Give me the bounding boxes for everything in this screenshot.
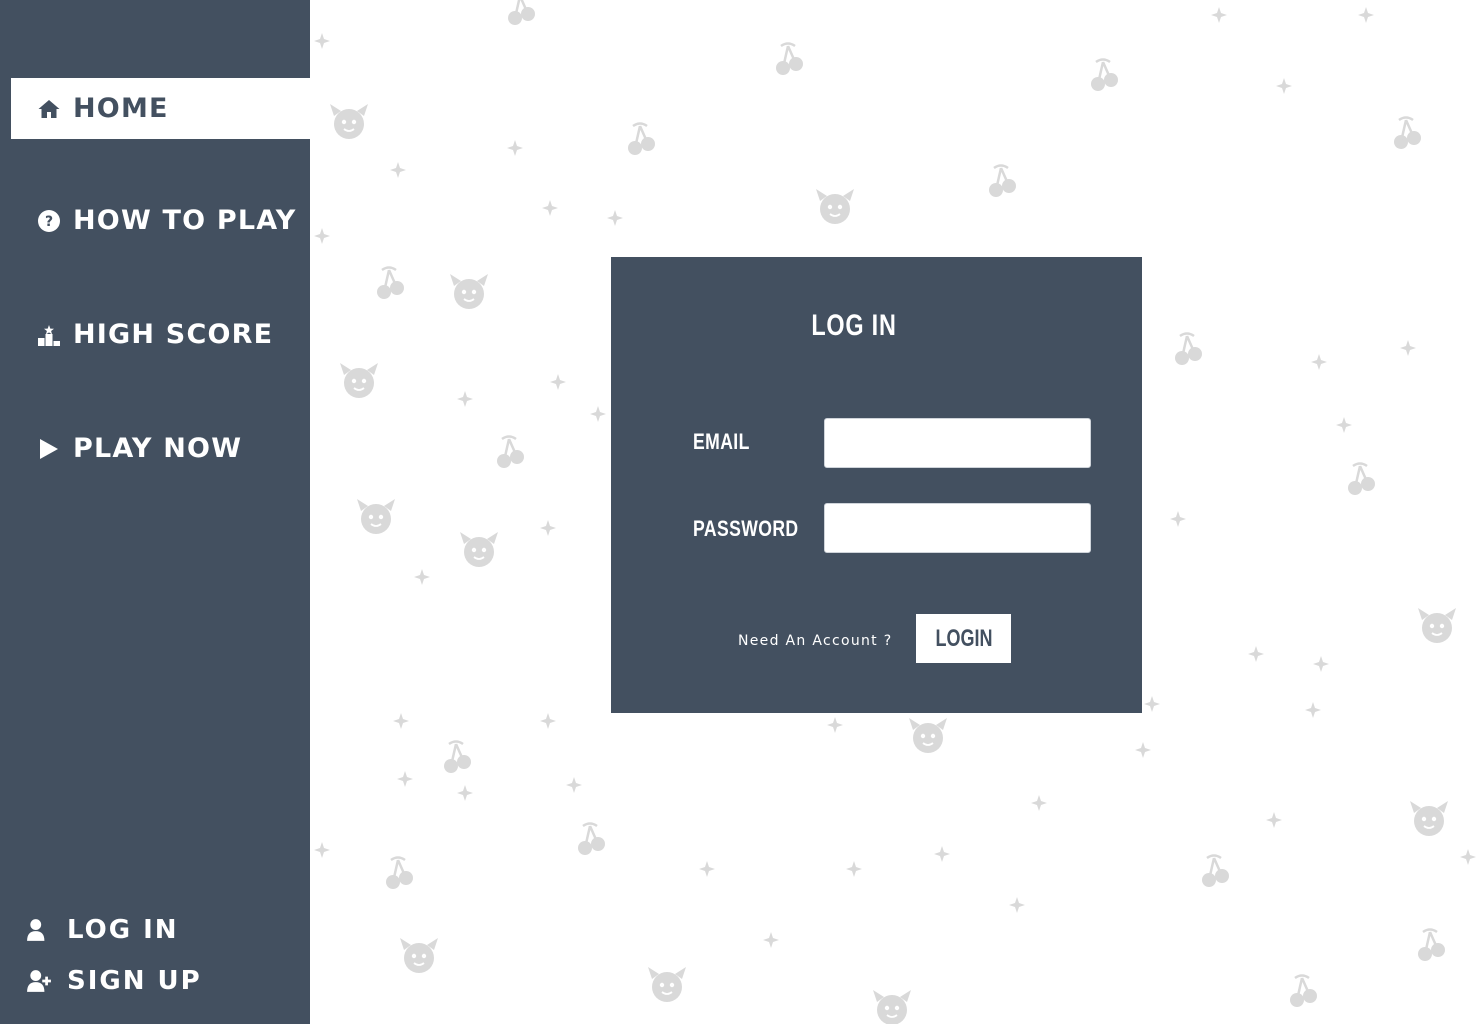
password-label: PASSWORD xyxy=(693,516,799,541)
login-panel: LOG IN EMAIL PASSWORD Need An Account ? … xyxy=(611,257,1142,713)
home-icon xyxy=(37,96,63,122)
sidebar: HOME ? HOW TO PLAY HIGH SCORE PLAY NOW L… xyxy=(0,0,310,1024)
password-field[interactable] xyxy=(824,503,1091,553)
sidebar-sign-up-link[interactable]: SIGN UP xyxy=(26,961,202,1001)
email-field[interactable] xyxy=(824,418,1091,468)
nav-item-home[interactable]: HOME xyxy=(11,78,310,139)
podium-icon xyxy=(37,322,63,348)
sidebar-sign-up-label: SIGN UP xyxy=(67,966,202,996)
nav-item-high-score[interactable]: HIGH SCORE xyxy=(11,304,310,365)
sidebar-log-in-label: LOG IN xyxy=(67,915,179,945)
login-title: LOG IN xyxy=(811,309,897,342)
sidebar-log-in-link[interactable]: LOG IN xyxy=(26,910,179,950)
user-icon xyxy=(26,916,54,944)
nav-item-label: HOME xyxy=(73,93,169,124)
email-label: EMAIL xyxy=(693,429,750,454)
play-icon xyxy=(37,436,63,462)
nav-item-label: PLAY NOW xyxy=(73,433,243,464)
need-account-link[interactable]: Need An Account ? xyxy=(738,633,892,649)
nav-item-label: HOW TO PLAY xyxy=(73,205,297,236)
nav-item-how-to-play[interactable]: ? HOW TO PLAY xyxy=(11,190,310,251)
login-button[interactable]: LOGIN xyxy=(916,614,1011,663)
nav-item-play-now[interactable]: PLAY NOW xyxy=(11,418,310,479)
user-plus-icon xyxy=(26,967,54,995)
login-button-label: LOGIN xyxy=(935,624,992,652)
nav-item-label: HIGH SCORE xyxy=(73,319,274,350)
svg-text:?: ? xyxy=(45,214,53,230)
question-circle-icon: ? xyxy=(37,208,63,234)
